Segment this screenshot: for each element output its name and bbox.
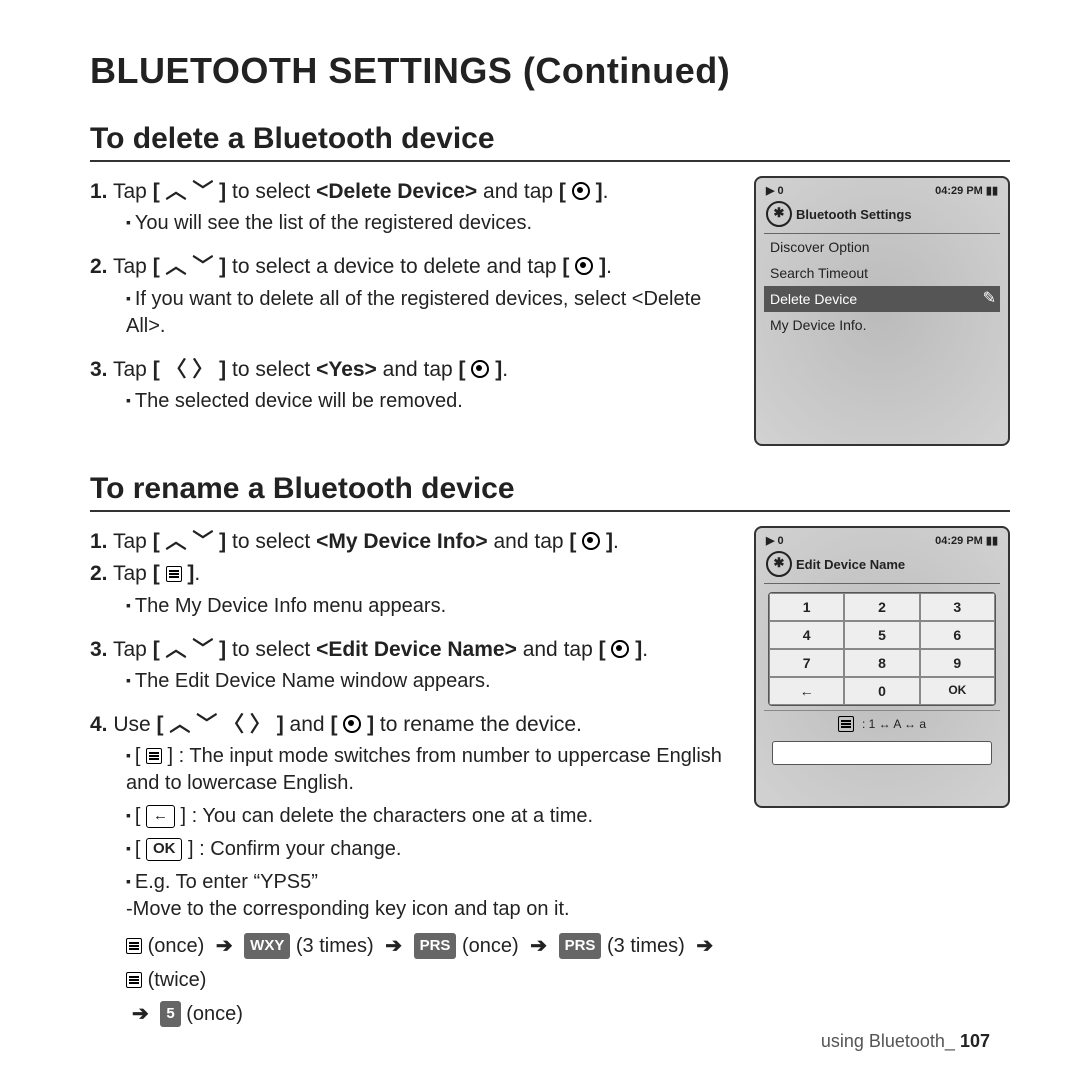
note-back: [ ← ] : You can delete the characters on… bbox=[126, 803, 732, 830]
status-time: 04:29 PM ▮▮ bbox=[935, 534, 998, 547]
step-1: 1. Tap [ ︿ ﹀ ] to select <Delete Device>… bbox=[90, 178, 732, 206]
r-step-2-note: The My Device Info menu appears. bbox=[126, 593, 732, 620]
menu-item: My Device Info. bbox=[764, 312, 1000, 338]
device-screenshot-keypad: ▶ 0 04:29 PM ▮▮ ✱ Edit Device Name 123 45… bbox=[754, 526, 1010, 808]
r-step-1: 1. Tap [ ︿ ﹀ ] to select <My Device Info… bbox=[90, 528, 732, 556]
device-screenshot-settings: ▶ 0 04:29 PM ▮▮ ✱ Bluetooth Settings Dis… bbox=[754, 176, 1010, 446]
divider bbox=[90, 510, 1010, 512]
menu-item: Search Timeout bbox=[764, 260, 1000, 286]
menu-item: Discover Option bbox=[764, 234, 1000, 260]
select-icon bbox=[611, 640, 629, 658]
page-title: BLUETOOTH SETTINGS (Continued) bbox=[90, 50, 1010, 92]
note-mode: [ ] : The input mode switches from numbe… bbox=[126, 743, 732, 797]
bluetooth-icon: ✱ bbox=[766, 551, 792, 577]
device-title: Edit Device Name bbox=[796, 557, 905, 572]
key-prs: PRS bbox=[414, 933, 457, 959]
keypad-key: ← bbox=[769, 677, 844, 705]
select-icon bbox=[572, 182, 590, 200]
step-3: 3. Tap [ 〈 〉 ] to select <Yes> and tap [… bbox=[90, 356, 732, 384]
delete-steps: 1. Tap [ ︿ ﹀ ] to select <Delete Device>… bbox=[90, 176, 732, 431]
r-step-3: 3. Tap [ ︿ ﹀ ] to select <Edit Device Na… bbox=[90, 636, 732, 664]
keypad-key: 7 bbox=[769, 649, 844, 677]
menu-icon bbox=[146, 748, 162, 764]
name-input bbox=[772, 741, 992, 765]
note-example: E.g. To enter “YPS5” -Move to the corres… bbox=[126, 869, 732, 923]
keypad-key: 1 bbox=[769, 593, 844, 621]
back-key: ← bbox=[146, 805, 175, 827]
menu-icon bbox=[166, 566, 182, 582]
keypad-key: 4 bbox=[769, 621, 844, 649]
menu-icon bbox=[126, 972, 142, 988]
r-step-3-note: The Edit Device Name window appears. bbox=[126, 668, 732, 695]
step-2: 2. Tap [ ︿ ﹀ ] to select a device to del… bbox=[90, 253, 732, 281]
status-left: ▶ 0 bbox=[766, 184, 784, 197]
key-prs: PRS bbox=[559, 933, 602, 959]
menu-icon bbox=[126, 938, 142, 954]
step-2-note: If you want to delete all of the registe… bbox=[126, 286, 732, 340]
keypad-key: 5 bbox=[844, 621, 919, 649]
keypad-key: 2 bbox=[844, 593, 919, 621]
keypad-key: 8 bbox=[844, 649, 919, 677]
select-icon bbox=[343, 715, 361, 733]
key-sequence: (once) ➔ WXY (3 times) ➔ PRS (once) ➔ PR… bbox=[126, 929, 732, 1031]
eraser-icon: ✎ bbox=[983, 288, 996, 308]
step-3-note: The selected device will be removed. bbox=[126, 388, 732, 415]
step-1-note: You will see the list of the registered … bbox=[126, 210, 732, 237]
mode-indicator: : 1 ↔ A ↔ a bbox=[862, 717, 926, 731]
keypad-key: OK bbox=[920, 677, 995, 705]
keypad-key: 6 bbox=[920, 621, 995, 649]
r-step-2: 2. Tap [ ]. bbox=[90, 560, 732, 588]
section-heading-rename: To rename a Bluetooth device bbox=[90, 472, 1010, 506]
rename-steps: 1. Tap [ ︿ ﹀ ] to select <My Device Info… bbox=[90, 526, 732, 1033]
keypad-key: 3 bbox=[920, 593, 995, 621]
ok-key: OK bbox=[146, 838, 183, 860]
divider bbox=[90, 160, 1010, 162]
select-icon bbox=[471, 360, 489, 378]
status-left: ▶ 0 bbox=[766, 534, 784, 547]
select-icon bbox=[582, 532, 600, 550]
status-time: 04:29 PM ▮▮ bbox=[935, 184, 998, 197]
note-ok: [ OK ] : Confirm your change. bbox=[126, 836, 732, 863]
select-icon bbox=[575, 257, 593, 275]
bluetooth-icon: ✱ bbox=[766, 201, 792, 227]
keypad-key: 0 bbox=[844, 677, 919, 705]
menu-item: Delete Device✎ bbox=[764, 286, 1000, 312]
keypad-key: 9 bbox=[920, 649, 995, 677]
key-5: 5 bbox=[160, 1001, 180, 1027]
page-footer: using Bluetooth_ 107 bbox=[821, 1031, 990, 1052]
section-heading-delete: To delete a Bluetooth device bbox=[90, 122, 1010, 156]
key-wxy: WXY bbox=[244, 933, 290, 959]
r-step-4: 4. Use [ ︿ ﹀ 〈 〉 ] and [ ] to rename the… bbox=[90, 711, 732, 739]
device-title: Bluetooth Settings bbox=[796, 207, 912, 222]
menu-icon bbox=[838, 716, 854, 732]
